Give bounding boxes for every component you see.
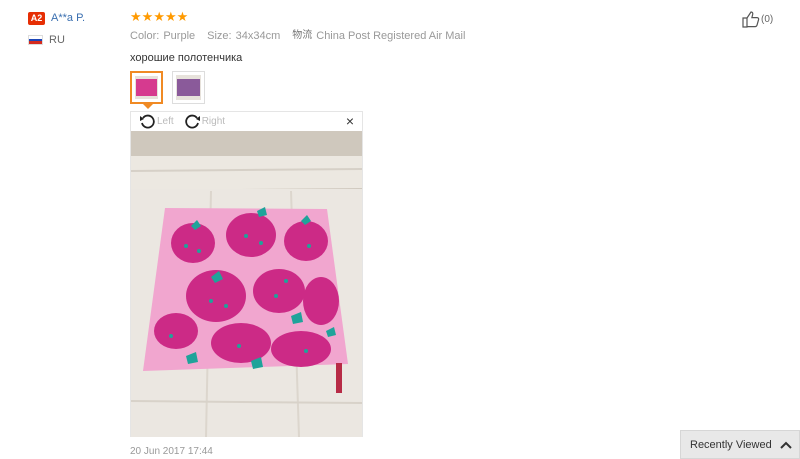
review-thumbnails xyxy=(130,71,214,104)
review-body: ★ ★ ★ ★ ★ Color: Purple Size: 34x34cm 物流… xyxy=(130,10,690,65)
russia-flag-icon xyxy=(28,35,43,45)
size-value: 34x34cm xyxy=(235,30,281,42)
reviewer-name[interactable]: A**a P. xyxy=(51,12,85,24)
helpful-button[interactable]: (0) xyxy=(741,10,773,28)
rotate-right-button[interactable]: Right xyxy=(184,114,225,129)
thumbs-up-icon xyxy=(742,11,760,28)
rotate-right-icon xyxy=(185,114,200,129)
review-text: хорошие полотенчика xyxy=(130,52,243,64)
buyer-level-badge: A2 xyxy=(28,11,45,25)
thumbnail-1[interactable] xyxy=(130,71,163,104)
reviewer-info: A2 A**a P. RU xyxy=(28,10,123,47)
helpful-count: (0) xyxy=(761,13,774,25)
rotate-right-label: Right xyxy=(201,116,226,127)
recently-viewed-label: Recently Viewed xyxy=(690,438,772,451)
review-date: 20 Jun 2017 17:44 xyxy=(130,446,213,457)
size-label: Size: xyxy=(207,30,232,42)
towel-image xyxy=(177,79,200,96)
review-photo xyxy=(131,131,362,437)
shipping-label: 物流 xyxy=(292,30,313,41)
recently-viewed-button[interactable]: Recently Viewed xyxy=(680,430,800,459)
shipping-value: China Post Registered Air Mail xyxy=(316,30,466,42)
star-icon: ★ xyxy=(153,9,165,24)
star-icon: ★ xyxy=(176,9,189,24)
active-thumbnail-pointer xyxy=(143,104,153,109)
image-viewer: Left Right × xyxy=(130,111,363,437)
color-label: Color: xyxy=(130,30,160,42)
rotate-left-label: Left xyxy=(157,116,174,127)
color-value: Purple xyxy=(163,30,196,42)
country-code: RU xyxy=(49,34,65,46)
star-icon: ★ xyxy=(130,9,142,24)
star-icon: ★ xyxy=(141,9,154,24)
viewer-toolbar: Left Right × xyxy=(131,112,362,131)
star-icon: ★ xyxy=(164,9,177,24)
rotate-left-button[interactable]: Left xyxy=(139,114,174,129)
reviewer-row: A2 A**a P. xyxy=(28,10,123,26)
close-viewer-button[interactable]: × xyxy=(346,114,354,128)
star-rating: ★ ★ ★ ★ ★ xyxy=(130,10,690,24)
chevron-up-icon xyxy=(780,441,792,449)
thumbnail-2[interactable] xyxy=(172,71,205,104)
rotate-left-icon xyxy=(140,114,155,129)
reviewer-country: RU xyxy=(28,33,123,47)
order-attributes: Color: Purple Size: 34x34cm 物流 China Pos… xyxy=(130,29,690,43)
towel-photo xyxy=(131,131,362,437)
towel-image xyxy=(136,79,157,96)
